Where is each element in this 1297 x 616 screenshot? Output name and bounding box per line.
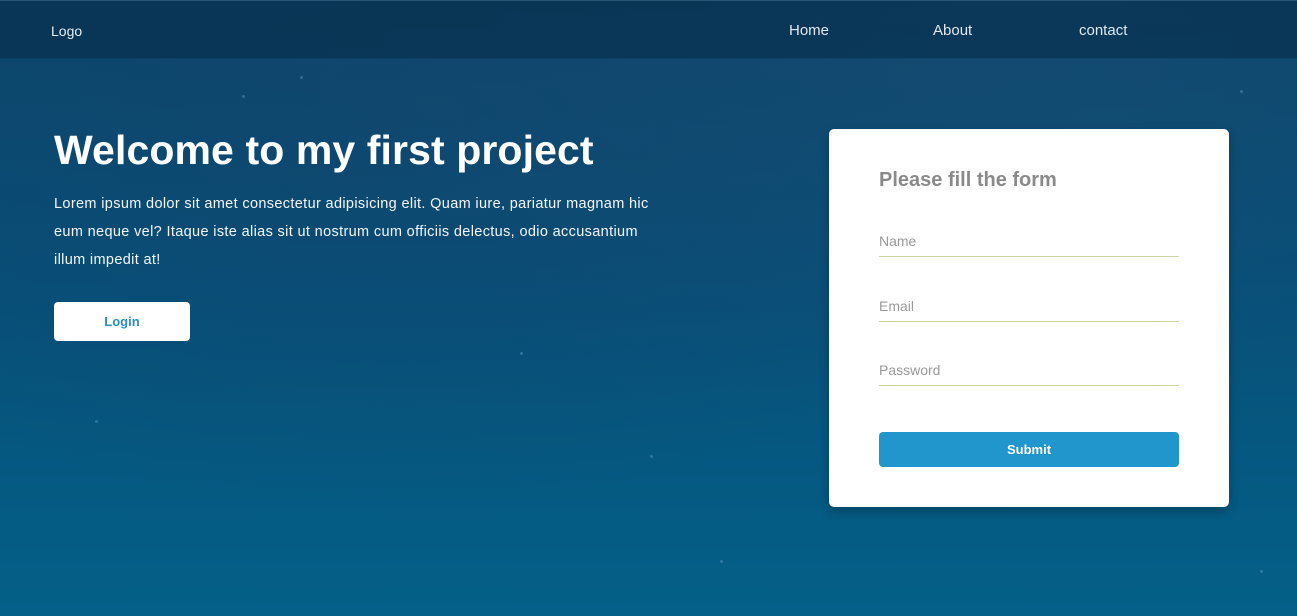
background-particle	[1260, 570, 1263, 573]
email-field[interactable]	[879, 290, 1179, 322]
hero-title: Welcome to my first project	[54, 127, 594, 173]
login-button[interactable]: Login	[54, 302, 190, 341]
background-particle	[242, 95, 245, 98]
logo[interactable]: Logo	[51, 23, 82, 39]
background-particle	[520, 352, 523, 355]
form-title: Please fill the form	[879, 169, 1057, 191]
background-particle	[1240, 90, 1243, 93]
hero-description: Lorem ipsum dolor sit amet consectetur a…	[54, 196, 649, 268]
background-particle	[95, 420, 98, 423]
background-particle	[650, 455, 653, 458]
password-field[interactable]	[879, 354, 1179, 386]
top-navbar: Logo Home About contact	[0, 0, 1297, 58]
signup-form-card: Please fill the form Submit	[829, 129, 1229, 507]
background-particle	[300, 76, 303, 79]
background-particle	[720, 560, 723, 563]
nav-link-home[interactable]: Home	[789, 22, 829, 39]
nav-link-about[interactable]: About	[933, 22, 972, 39]
nav-link-contact[interactable]: contact	[1079, 22, 1127, 39]
submit-button[interactable]: Submit	[879, 432, 1179, 467]
name-field[interactable]	[879, 225, 1179, 257]
